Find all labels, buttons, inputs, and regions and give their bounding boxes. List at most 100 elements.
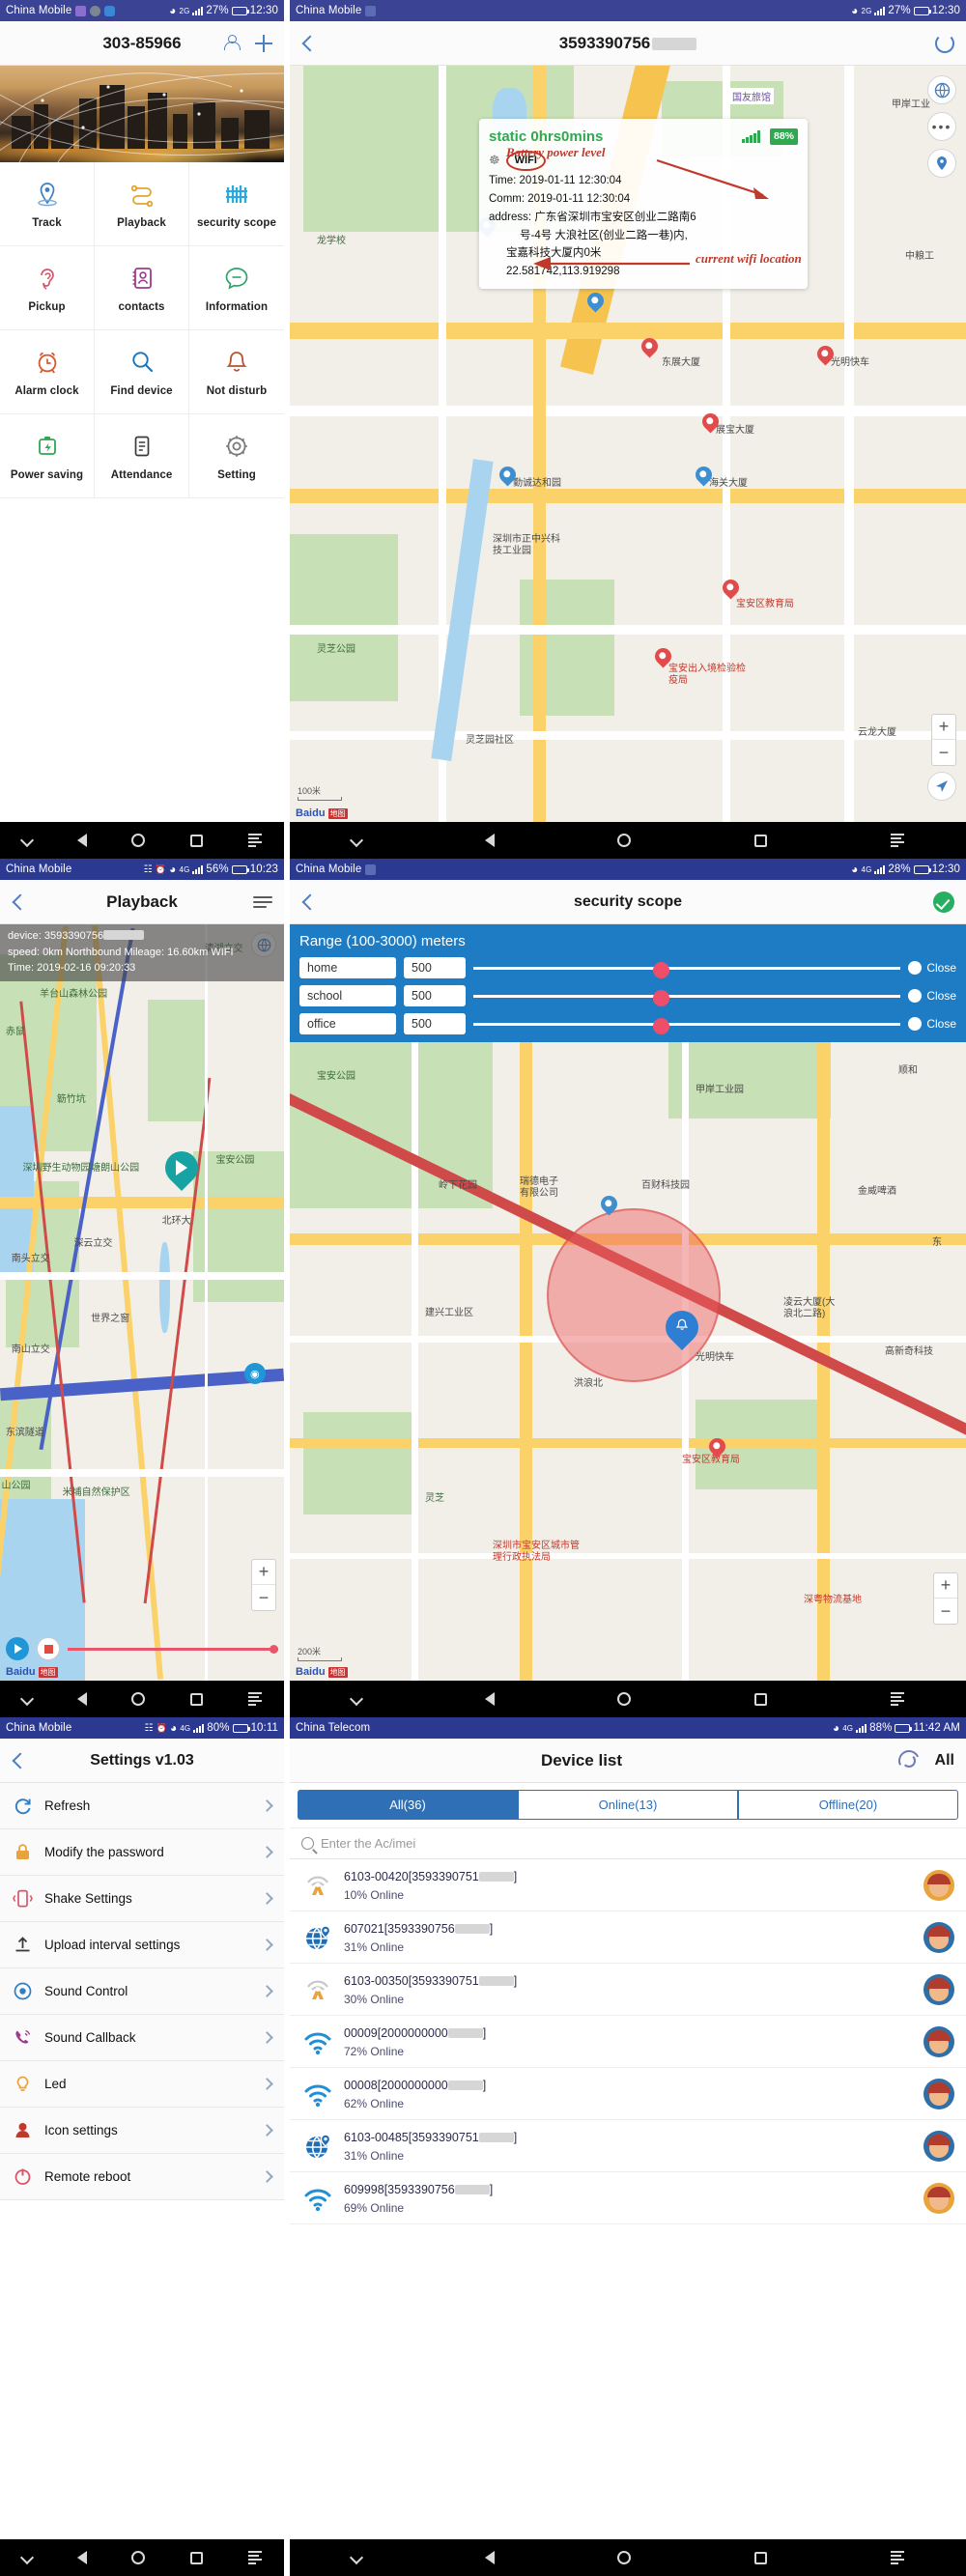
back-icon[interactable] [12,893,29,910]
menu-icon[interactable] [891,2551,905,2564]
map-layers-button[interactable] [927,75,956,104]
map-more-button[interactable]: ••• [927,112,956,141]
home-item-information[interactable]: Information [189,246,284,330]
zoom-in-button[interactable]: + [934,1573,957,1599]
home-icon[interactable] [131,834,146,847]
settings-item-refresh[interactable]: Refresh [0,1783,284,1829]
menu-icon[interactable] [247,2551,262,2564]
range-slider[interactable] [473,989,901,1006]
range-toggle[interactable]: Close [908,989,956,1003]
device-row[interactable]: 00008[2000000000] 62% Online [290,2068,966,2120]
settings-item-icon-settings[interactable]: Icon settings [0,2108,284,2154]
avatar[interactable] [923,1973,954,2005]
back-icon[interactable] [484,2551,495,2564]
menu-icon[interactable] [247,1692,262,1706]
expand-icon[interactable] [349,833,363,848]
map-locate-button[interactable] [927,149,956,178]
tab-offline[interactable]: Offline(20) [738,1790,958,1820]
home-icon[interactable] [617,834,632,847]
home-item-setting[interactable]: Setting [189,414,284,498]
range-value-input[interactable]: 500 [404,985,466,1006]
range-name-input[interactable]: home [299,957,396,978]
settings-item-modify-password[interactable]: Modify the password [0,1829,284,1876]
range-slider[interactable] [473,961,901,978]
expand-icon[interactable] [20,833,35,848]
expand-icon[interactable] [349,1691,363,1707]
device-row[interactable]: 6103-00350[3593390751] 30% Online [290,1964,966,2016]
zoom-out-button[interactable]: − [932,740,955,765]
home-item-security-scope[interactable]: security scope [189,162,284,246]
playback-progress-slider[interactable] [68,1644,278,1654]
check-icon[interactable] [933,891,954,913]
range-name-input[interactable]: office [299,1013,396,1034]
back-icon[interactable] [484,1692,495,1706]
stop-button[interactable] [37,1637,60,1660]
back-icon[interactable] [76,2551,87,2564]
range-name-input[interactable]: school [299,985,396,1006]
recent-icon[interactable] [754,1692,768,1706]
zoom-out-button[interactable]: − [252,1585,275,1610]
avatar[interactable] [923,2025,954,2057]
home-item-pickup[interactable]: Pickup [0,246,95,330]
home-item-alarm-clock[interactable]: Alarm clock [0,330,95,414]
settings-item-shake[interactable]: Shake Settings [0,1876,284,1922]
range-toggle[interactable]: Close [908,961,956,975]
home-icon[interactable] [131,2551,146,2564]
zoom-in-button[interactable]: + [932,715,955,740]
playback-map[interactable]: 赤鼠 羊台山森林公园 簕竹坑 深圳野生动物园 塘朗山公园 南头立交 深云立交 北… [0,924,284,1681]
avatar[interactable] [923,1921,954,1953]
settings-item-upload-interval[interactable]: Upload interval settings [0,1922,284,1968]
device-row[interactable]: 6103-00420[3593390751] 10% Online [290,1859,966,1911]
device-row[interactable]: 00009[2000000000] 72% Online [290,2016,966,2068]
playback-position-marker[interactable] [157,1144,205,1192]
back-icon[interactable] [76,834,87,847]
search-input[interactable]: Enter the Ac/imei [321,1836,415,1851]
radio-icon[interactable] [908,961,923,975]
map-compass-button[interactable] [927,772,956,801]
back-icon[interactable] [301,893,319,910]
recent-icon[interactable] [754,2551,768,2564]
settings-item-sound-control[interactable]: Sound Control [0,1968,284,2015]
menu-icon[interactable] [247,834,262,847]
home-icon[interactable] [131,1692,146,1706]
zoom-out-button[interactable]: − [934,1599,957,1624]
menu-icon[interactable] [891,834,905,847]
recent-icon[interactable] [190,834,204,847]
menu-icon[interactable] [891,1692,905,1706]
recent-icon[interactable] [754,834,768,847]
recent-icon[interactable] [190,1692,204,1706]
filter-all-label[interactable]: All [935,1752,954,1769]
back-icon[interactable] [484,834,495,847]
range-value-input[interactable]: 500 [404,1013,466,1034]
map-zoom-controls[interactable]: + − [933,1572,958,1625]
settings-item-sound-callback[interactable]: Sound Callback [0,2015,284,2061]
back-icon[interactable] [301,35,319,51]
map-zoom-controls[interactable]: + − [251,1559,276,1611]
expand-icon[interactable] [20,1691,35,1707]
scope-map[interactable]: 宝安公园 甲岸工业园 顺和 岭下花园 瑞德电子有限公司 百财科技园 金威啤酒 建… [290,1042,966,1681]
device-search-bar[interactable]: Enter the Ac/imei [290,1827,966,1859]
refresh-icon[interactable] [935,33,954,53]
play-button[interactable] [6,1637,29,1660]
avatar[interactable] [923,2078,954,2109]
map-zoom-controls[interactable]: + − [931,714,956,766]
home-item-contacts[interactable]: contacts [95,246,189,330]
geofence-center-pin[interactable] [658,1303,705,1351]
plus-icon[interactable] [255,34,272,52]
home-item-track[interactable]: Track [0,162,95,246]
back-icon[interactable] [12,1752,29,1769]
sync-icon[interactable] [898,1750,920,1771]
device-row[interactable]: 609998[3593390756] 69% Online [290,2172,966,2224]
avatar[interactable] [923,2182,954,2214]
home-item-power-saving[interactable]: Power saving [0,414,95,498]
radio-icon[interactable] [908,989,923,1003]
home-item-find-device[interactable]: Find device [95,330,189,414]
hamburger-icon[interactable] [253,895,272,908]
avatar[interactable] [923,2130,954,2162]
tab-online[interactable]: Online(13) [518,1790,738,1820]
range-slider[interactable] [473,1017,901,1034]
home-item-not-disturb[interactable]: Not disturb [189,330,284,414]
playback-controls[interactable] [0,1634,284,1663]
person-icon[interactable] [223,35,241,51]
radio-icon[interactable] [908,1017,923,1031]
